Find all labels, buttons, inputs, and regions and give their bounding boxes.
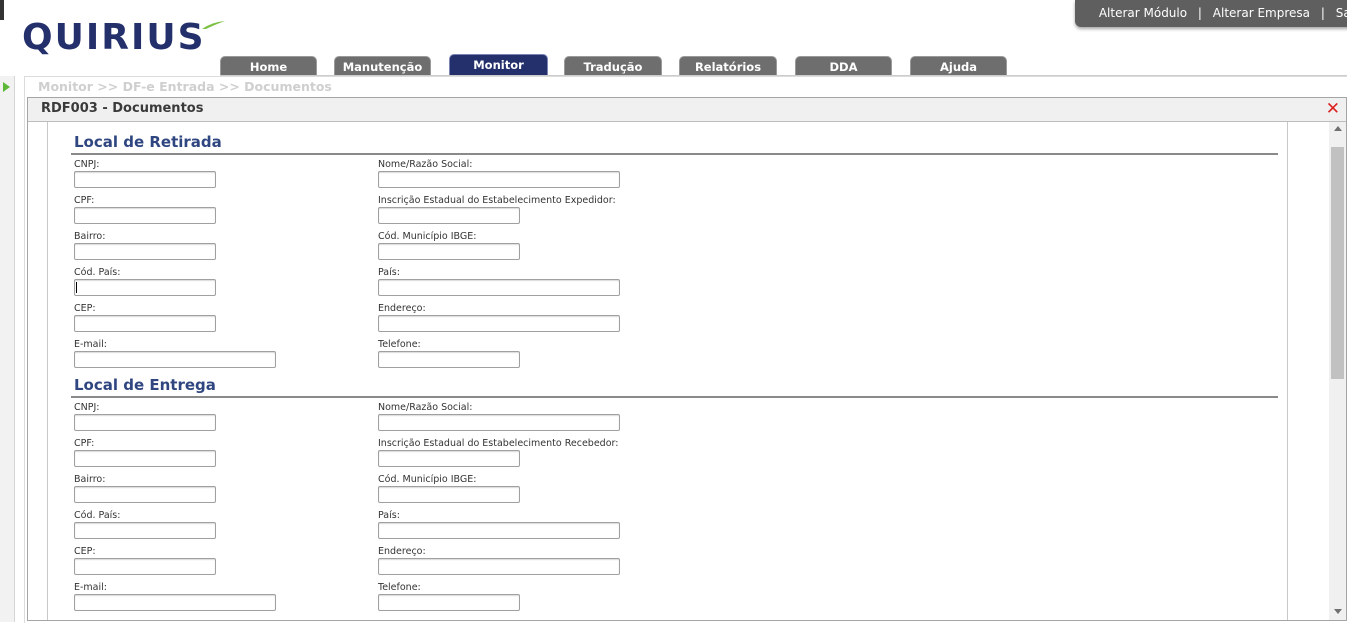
field-label: Cód. Município IBGE: <box>378 231 477 242</box>
top-utility-bar: Alterar Módulo | Alterar Empresa | Sair <box>1075 0 1347 27</box>
retirada-cep-input[interactable] <box>74 315 216 332</box>
section-divider <box>71 396 1278 398</box>
inner-border-right <box>1287 122 1288 620</box>
scroll-up-icon[interactable] <box>1334 126 1342 131</box>
tab-traducao[interactable]: Tradução <box>564 56 662 75</box>
retirada-cpf-input[interactable] <box>74 207 216 224</box>
tab-dda[interactable]: DDA <box>795 56 892 75</box>
tab-manutencao[interactable]: Manutenção <box>334 56 431 75</box>
expand-arrow-icon[interactable] <box>3 82 10 92</box>
tab-home[interactable]: Home <box>220 56 317 75</box>
field-label: CPF: <box>74 438 95 449</box>
field-label: Nome/Razão Social: <box>378 402 473 413</box>
field-label: Telefone: <box>378 339 421 350</box>
close-icon[interactable]: ✕ <box>1326 99 1340 119</box>
entrega-cep-input[interactable] <box>74 558 216 575</box>
field-label: Telefone: <box>378 582 421 593</box>
field-label: País: <box>378 510 400 521</box>
inner-border-left <box>47 122 48 620</box>
field-label: País: <box>378 267 400 278</box>
field-label: Inscrição Estadual do Estabelecimento Re… <box>378 438 619 449</box>
field-label: E-mail: <box>74 339 107 350</box>
retirada-ie-input[interactable] <box>378 207 520 224</box>
entrega-telefone-input[interactable] <box>378 594 520 611</box>
entrega-cpf-input[interactable] <box>74 450 216 467</box>
entrega-municipio-input[interactable] <box>378 486 520 503</box>
retirada-email-input[interactable] <box>74 351 276 368</box>
window-corner <box>0 0 4 20</box>
entrega-cnpj-input[interactable] <box>74 414 216 431</box>
field-label: E-mail: <box>74 582 107 593</box>
topbar-separator: | <box>1320 6 1325 20</box>
retirada-nome-input[interactable] <box>378 171 620 188</box>
field-label: Nome/Razão Social: <box>378 159 473 170</box>
tab-ajuda[interactable]: Ajuda <box>910 56 1007 75</box>
entrega-ie-input[interactable] <box>378 450 520 467</box>
retirada-bairro-input[interactable] <box>74 243 216 260</box>
scrollbar-thumb[interactable] <box>1331 147 1344 379</box>
logo-swoosh-icon <box>202 21 225 29</box>
field-label: Cód. País: <box>74 510 121 521</box>
entrega-email-input[interactable] <box>74 594 276 611</box>
field-label: CEP: <box>74 546 96 557</box>
field-label: Cód. Município IBGE: <box>378 474 477 485</box>
field-label: CNPJ: <box>74 402 100 413</box>
alterar-empresa-link[interactable]: Alterar Empresa <box>1213 0 1310 27</box>
panel-header: RDF003 - Documentos ✕ <box>28 98 1346 122</box>
field-label: Inscrição Estadual do Estabelecimento Ex… <box>378 195 616 206</box>
tab-monitor[interactable]: Monitor <box>449 54 548 75</box>
breadcrumb: Monitor >> DF-e Entrada >> Documentos <box>38 79 332 94</box>
scroll-down-icon[interactable] <box>1334 609 1342 614</box>
retirada-cod-pais-input[interactable] <box>74 279 216 296</box>
tab-relatorios[interactable]: Relatórios <box>679 56 777 75</box>
field-label: Bairro: <box>74 474 106 485</box>
text-caret <box>76 282 77 293</box>
retirada-telefone-input[interactable] <box>378 351 520 368</box>
alterar-modulo-link[interactable]: Alterar Módulo <box>1099 0 1187 27</box>
field-label: Cód. País: <box>74 267 121 278</box>
logo: QUIRIUS <box>22 16 225 60</box>
retirada-cnpj-input[interactable] <box>74 171 216 188</box>
retirada-pais-input[interactable] <box>378 279 620 296</box>
field-label: CNPJ: <box>74 159 100 170</box>
entrega-endereco-input[interactable] <box>378 558 620 575</box>
field-label: Endereço: <box>378 303 426 314</box>
entrega-nome-input[interactable] <box>378 414 620 431</box>
entrega-pais-input[interactable] <box>378 522 620 539</box>
panel-title: RDF003 - Documentos <box>41 101 204 116</box>
retirada-municipio-input[interactable] <box>378 243 520 260</box>
section-title-local-retirada: Local de Retirada <box>74 133 222 151</box>
topbar-separator: | <box>1197 6 1202 20</box>
field-label: Bairro: <box>74 231 106 242</box>
documents-panel: RDF003 - Documentos ✕ Local de Retirada … <box>27 97 1347 621</box>
section-title-local-entrega: Local de Entrega <box>74 376 216 394</box>
section-divider <box>71 153 1278 155</box>
retirada-endereco-input[interactable] <box>378 315 620 332</box>
field-label: CEP: <box>74 303 96 314</box>
vertical-scrollbar[interactable] <box>1329 122 1346 620</box>
field-label: CPF: <box>74 195 95 206</box>
field-label: Endereço: <box>378 546 426 557</box>
sair-link[interactable]: Sair <box>1336 0 1347 27</box>
logo-text: QUIRIUS <box>22 17 206 58</box>
side-collapse-strip <box>0 76 15 622</box>
entrega-cod-pais-input[interactable] <box>74 522 216 539</box>
entrega-bairro-input[interactable] <box>74 486 216 503</box>
